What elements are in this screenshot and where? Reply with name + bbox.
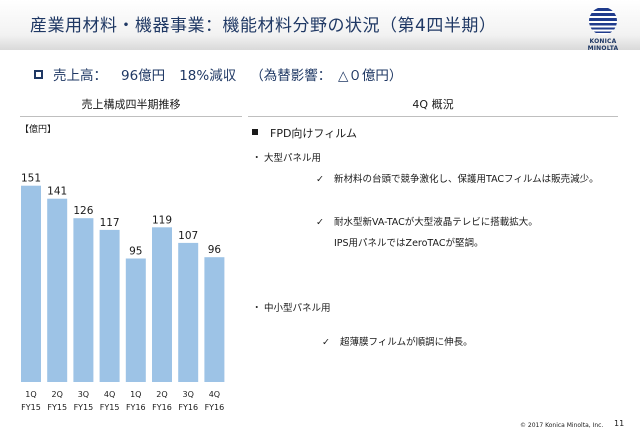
bar-value-label-3: 126 xyxy=(73,205,93,217)
x-tick-quarter-3: 3Q xyxy=(78,390,89,399)
checkmark-icon: ✓ xyxy=(316,217,324,228)
x-tick-quarter-1: 1Q xyxy=(25,390,36,399)
large-panel-label: ・大型パネル用 xyxy=(252,150,321,164)
dot-bullet-icon: ・ xyxy=(252,153,262,164)
x-tick-quarter-6: 2Q xyxy=(156,390,167,399)
x-tick-year-2: FY15 xyxy=(47,403,67,412)
chart-section-title: 売上構成四半期推移 xyxy=(20,95,242,117)
bar-value-label-1: 151 xyxy=(21,173,41,185)
dot-bullet-icon: ・ xyxy=(252,303,262,314)
bar-value-label-7: 107 xyxy=(178,230,198,242)
x-tick-year-6: FY16 xyxy=(152,403,172,412)
x-tick-quarter-5: 1Q xyxy=(130,390,141,399)
konica-minolta-logo: KONICA MINOLTA xyxy=(573,5,633,52)
bar-1 xyxy=(21,185,41,382)
revenue-change: 18%減収 xyxy=(179,68,237,84)
x-tick-year-7: FY16 xyxy=(178,403,198,412)
small-panel-point-1: ✓ 超薄膜フィルムが順調に伸長。 xyxy=(322,334,473,348)
bar-value-label-8: 96 xyxy=(208,244,222,256)
bar-7 xyxy=(178,242,199,382)
bar-6 xyxy=(152,227,172,382)
large-panel-point-2-note: IPS用パネルではZeroTACが堅調。 xyxy=(334,238,484,249)
logo-wordmark: KONICA MINOLTA xyxy=(587,38,619,52)
header-bar: 産業用材料・機器事業：機能材料分野の状況（第4四半期） KONICA MINOL… xyxy=(0,0,640,52)
x-tick-year-5: FY16 xyxy=(126,403,146,412)
checkmark-icon: ✓ xyxy=(316,174,324,185)
checkmark-icon: ✓ xyxy=(322,337,330,348)
overview-heading: FPD向けフィルム xyxy=(252,125,357,141)
bar-value-label-6: 119 xyxy=(152,214,172,226)
x-tick-quarter-7: 3Q xyxy=(183,390,194,399)
bar-value-label-5: 95 xyxy=(129,246,142,258)
fx-impact: （為替影響： △０億円） xyxy=(250,68,403,84)
x-tick-year-3: FY15 xyxy=(74,403,94,412)
bar-5 xyxy=(125,258,146,382)
globe-logo-icon xyxy=(589,7,617,35)
bar-8 xyxy=(204,257,225,382)
small-panel-label-text: 中小型パネル用 xyxy=(264,303,331,314)
large-panel-label-text: 大型パネル用 xyxy=(264,153,322,164)
quarterly-sales-chart: 151 1Q FY15 141 2Q FY15 126 3Q FY15 117 4Q FY15 95 1Q… xyxy=(21,173,225,412)
bar-4 xyxy=(99,229,120,382)
large-panel-point-2: ✓ 耐水型新VA-TACが大型液晶テレビに搭載拡大。 xyxy=(316,214,538,228)
large-panel-point-1-text: 新材料の台頭で競争激化し、保護用TACフィルムは販売減少。 xyxy=(334,174,599,185)
x-tick-year-1: FY15 xyxy=(21,403,41,412)
copyright: © 2017 Konica Minolta, Inc. xyxy=(520,422,604,429)
large-panel-point-1: ✓ 新材料の台頭で競争激化し、保護用TACフィルムは販売減少。 xyxy=(316,171,599,185)
bar-3 xyxy=(73,218,94,382)
x-tick-year-4: FY15 xyxy=(100,403,120,412)
bar-value-label-4: 117 xyxy=(100,217,120,229)
bar-2 xyxy=(47,198,68,382)
revenue-value: 96億円 xyxy=(121,68,166,84)
overview-section-title: 4Q 概況 xyxy=(248,95,618,117)
overview-heading-text: FPD向けフィルム xyxy=(270,127,357,140)
x-tick-quarter-8: 4Q xyxy=(209,390,220,399)
large-panel-point-2-text: 耐水型新VA-TACが大型液晶テレビに搭載拡大。 xyxy=(334,217,538,228)
small-panel-label: ・中小型パネル用 xyxy=(252,300,331,314)
x-tick-quarter-4: 4Q xyxy=(104,390,115,399)
x-tick-year-8: FY16 xyxy=(205,403,225,412)
revenue-label: 売上高： xyxy=(53,68,107,84)
revenue-summary: 売上高： 96億円 18%減収 （為替影響： △０億円） xyxy=(34,64,416,84)
bar-value-label-2: 141 xyxy=(47,186,67,198)
page-title: 産業用材料・機器事業：機能材料分野の状況（第4四半期） xyxy=(30,16,497,36)
page-number: 11 xyxy=(614,419,625,428)
chart-unit-label: 【億円】 xyxy=(20,125,57,135)
x-tick-quarter-2: 2Q xyxy=(52,390,63,399)
square-bullet-icon xyxy=(34,70,43,79)
small-panel-point-1-text: 超薄膜フィルムが順調に伸長。 xyxy=(340,337,473,348)
black-square-bullet-icon xyxy=(252,129,258,135)
